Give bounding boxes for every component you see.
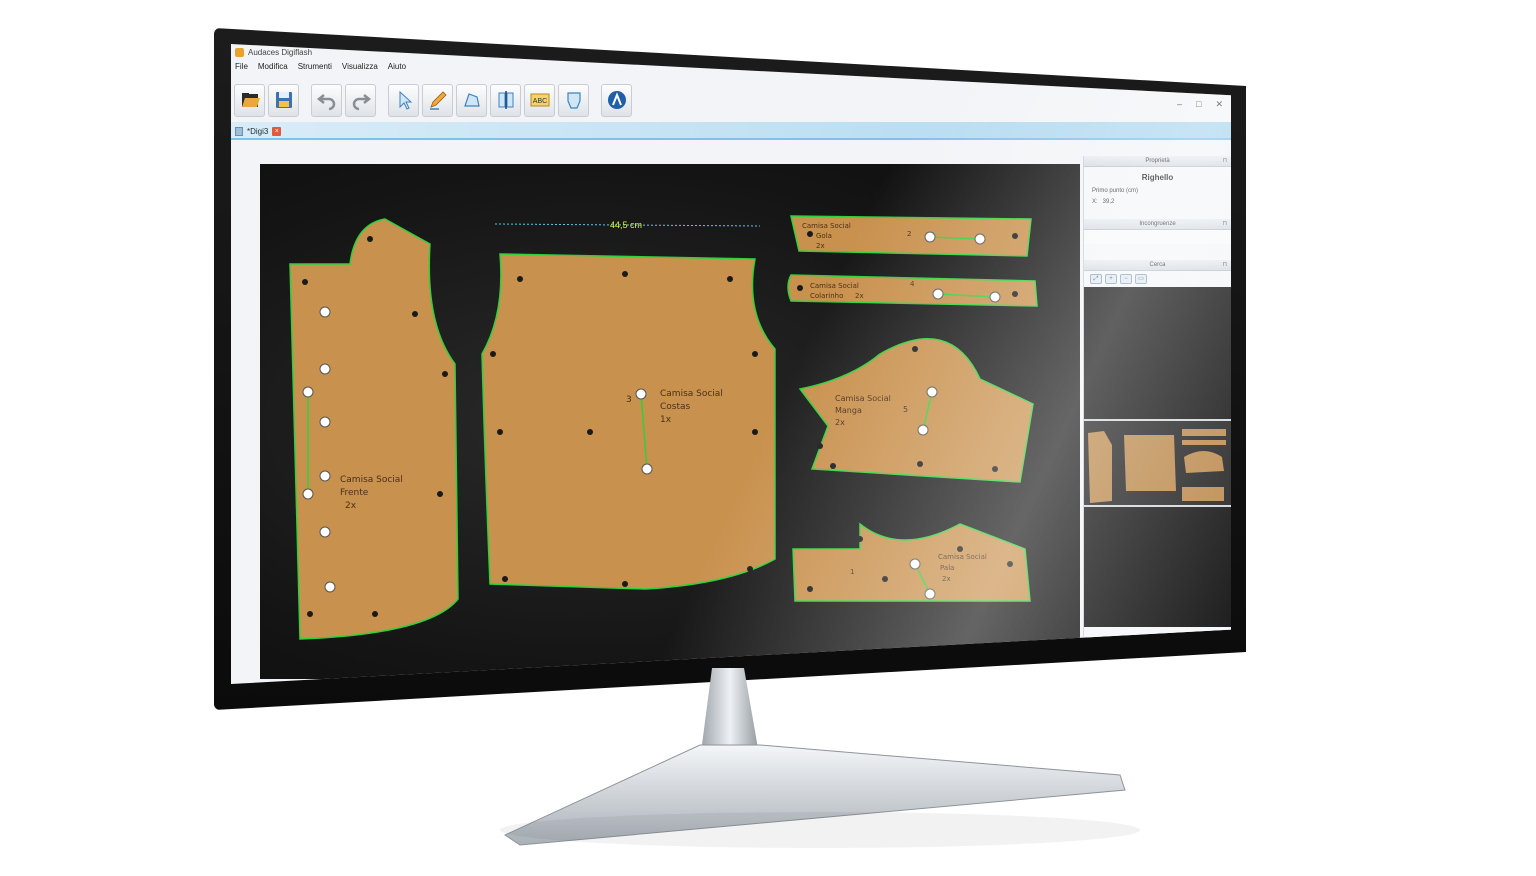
label-frente-1: Camisa Social bbox=[340, 475, 403, 485]
audaces-logo-icon bbox=[607, 91, 626, 109]
piece-tool-button[interactable] bbox=[558, 83, 589, 117]
menu-file[interactable]: File bbox=[235, 62, 248, 76]
label-pala-1: Camisa Social bbox=[938, 553, 987, 561]
undo-button[interactable] bbox=[311, 83, 342, 117]
scale-line bbox=[1014, 666, 1070, 669]
document-tab[interactable]: *Digi3 × bbox=[235, 124, 282, 138]
pencil-icon bbox=[429, 91, 447, 110]
search-toolbar: ⤢ + − ▭ bbox=[1084, 271, 1231, 287]
shape-tool-button[interactable] bbox=[456, 83, 487, 117]
pin-icon[interactable]: ⊓ bbox=[1222, 156, 1227, 167]
label-frente-3: 2x bbox=[345, 501, 357, 511]
undo-icon bbox=[316, 94, 335, 111]
label-costas-num: 3 bbox=[626, 395, 632, 405]
inconsistencies-panel-header: Incongruenze ⊓ bbox=[1084, 219, 1231, 230]
close-tab-button[interactable]: × bbox=[272, 126, 282, 136]
pin-icon[interactable]: ⊓ bbox=[1222, 219, 1227, 230]
x-coordinate-row: X: 39,2 bbox=[1092, 199, 1231, 205]
label-gola-num: 2 bbox=[907, 230, 911, 238]
label-colarinho-2: Colarinho bbox=[810, 292, 843, 300]
piece-icon bbox=[566, 92, 581, 109]
open-button[interactable] bbox=[234, 83, 265, 117]
x-value[interactable]: 39,2 bbox=[1103, 199, 1115, 205]
preview-thumbnail[interactable] bbox=[1084, 419, 1231, 507]
label-manga-num: 5 bbox=[903, 405, 908, 414]
label-colarinho-1: Camisa Social bbox=[810, 282, 859, 290]
app-logo-icon bbox=[235, 48, 244, 57]
save-disk-icon bbox=[275, 92, 292, 108]
open-folder-icon bbox=[241, 93, 260, 107]
monitor-screen: Audaces Digiflash – □ ✕ File Modifica St… bbox=[231, 44, 1231, 684]
label-costas-1: Camisa Social bbox=[660, 389, 723, 399]
properties-title: Righello bbox=[1141, 173, 1174, 182]
menu-help[interactable]: Aiuto bbox=[388, 62, 406, 76]
menu-bar: File Modifica Strumenti Visualizza Aiuto bbox=[231, 62, 406, 76]
x-label: X: bbox=[1092, 199, 1098, 205]
label-manga-1: Camisa Social bbox=[835, 394, 891, 403]
text-tool-button[interactable]: ABC bbox=[524, 83, 555, 117]
properties-header-label: Proprietà bbox=[1145, 158, 1170, 164]
fit-view-icon[interactable]: ⤢ bbox=[1090, 274, 1102, 284]
search-panel-header: Cerca ⊓ bbox=[1084, 260, 1231, 271]
stand-shadow bbox=[500, 812, 1140, 848]
audaces-button[interactable] bbox=[601, 83, 632, 117]
thumbnail-pieces bbox=[1088, 429, 1226, 503]
save-button[interactable] bbox=[268, 83, 299, 117]
label-frente-2: Frente bbox=[340, 488, 369, 498]
minimize-button[interactable]: – bbox=[1177, 99, 1182, 110]
redo-button[interactable] bbox=[345, 83, 376, 117]
menu-tools[interactable]: Strumenti bbox=[298, 62, 332, 76]
toolbar: ABC bbox=[234, 80, 632, 120]
menu-edit[interactable]: Modifica bbox=[258, 62, 288, 76]
document-icon bbox=[235, 126, 243, 136]
close-window-button[interactable]: ✕ bbox=[1215, 99, 1223, 110]
window-title: Audaces Digiflash bbox=[248, 48, 313, 57]
menu-view[interactable]: Visualizza bbox=[342, 62, 378, 76]
first-point-label: Primo punto (cm) bbox=[1092, 188, 1139, 194]
measure-readout: 44,5 cm bbox=[610, 220, 643, 230]
mirror-icon bbox=[498, 91, 513, 109]
inconsistencies-panel bbox=[1084, 230, 1231, 244]
text-abc-icon: ABC bbox=[530, 93, 549, 107]
label-pala-num: 1 bbox=[850, 568, 854, 576]
right-panel: Proprietà ⊓ Righello Primo punto (cm) X:… bbox=[1083, 156, 1231, 676]
inconsistencies-header-label: Incongruenze bbox=[1139, 221, 1176, 227]
document-tab-label: *Digi3 bbox=[247, 126, 269, 136]
properties-panel-header: Proprietà ⊓ bbox=[1084, 156, 1231, 167]
label-gola-3: 2x bbox=[816, 242, 825, 250]
digitizing-canvas[interactable]: Camisa Social Frente 2x 3 Camisa Social … bbox=[260, 164, 1080, 679]
shape-icon bbox=[463, 93, 480, 107]
document-tab-strip: *Digi3 × bbox=[231, 122, 1231, 140]
pattern-piece-frente bbox=[289, 218, 459, 640]
svg-text:ABC: ABC bbox=[532, 98, 546, 105]
label-manga-3: 2x bbox=[835, 418, 845, 427]
zoom-in-icon[interactable]: + bbox=[1105, 274, 1117, 284]
label-colarinho-num: 4 bbox=[910, 280, 915, 288]
pattern-pieces: Camisa Social Frente 2x 3 Camisa Social … bbox=[289, 215, 1038, 640]
zoom-out-icon[interactable]: − bbox=[1120, 274, 1132, 284]
label-pala-2: Pala bbox=[940, 564, 954, 572]
stand-base bbox=[503, 744, 1126, 846]
label-costas-3: 1x bbox=[660, 415, 672, 425]
redo-icon bbox=[352, 94, 371, 111]
label-gola-2: Gola bbox=[816, 232, 832, 240]
label-manga-2: Manga bbox=[835, 406, 862, 415]
select-arrow-icon bbox=[399, 90, 412, 110]
maximize-button[interactable]: □ bbox=[1196, 99, 1201, 110]
search-header-label: Cerca bbox=[1149, 262, 1166, 268]
mirror-tool-button[interactable] bbox=[490, 83, 521, 117]
select-tool-button[interactable] bbox=[388, 83, 419, 117]
frame-icon[interactable]: ▭ bbox=[1135, 274, 1147, 284]
preview-area bbox=[1084, 287, 1231, 419]
pin-icon[interactable]: ⊓ bbox=[1222, 260, 1227, 271]
label-pala-3: 2x bbox=[942, 575, 951, 583]
draw-tool-button[interactable] bbox=[422, 83, 453, 117]
preview-footer bbox=[1084, 507, 1231, 627]
properties-panel: Righello Primo punto (cm) X: 39,2 bbox=[1084, 173, 1231, 219]
window-controls: – □ ✕ bbox=[1177, 99, 1223, 110]
label-colarinho-3: 2x bbox=[855, 292, 864, 300]
pattern-piece-costas bbox=[481, 253, 776, 590]
label-costas-2: Costas bbox=[660, 402, 691, 412]
label-gola-1: Camisa Social bbox=[802, 222, 851, 230]
